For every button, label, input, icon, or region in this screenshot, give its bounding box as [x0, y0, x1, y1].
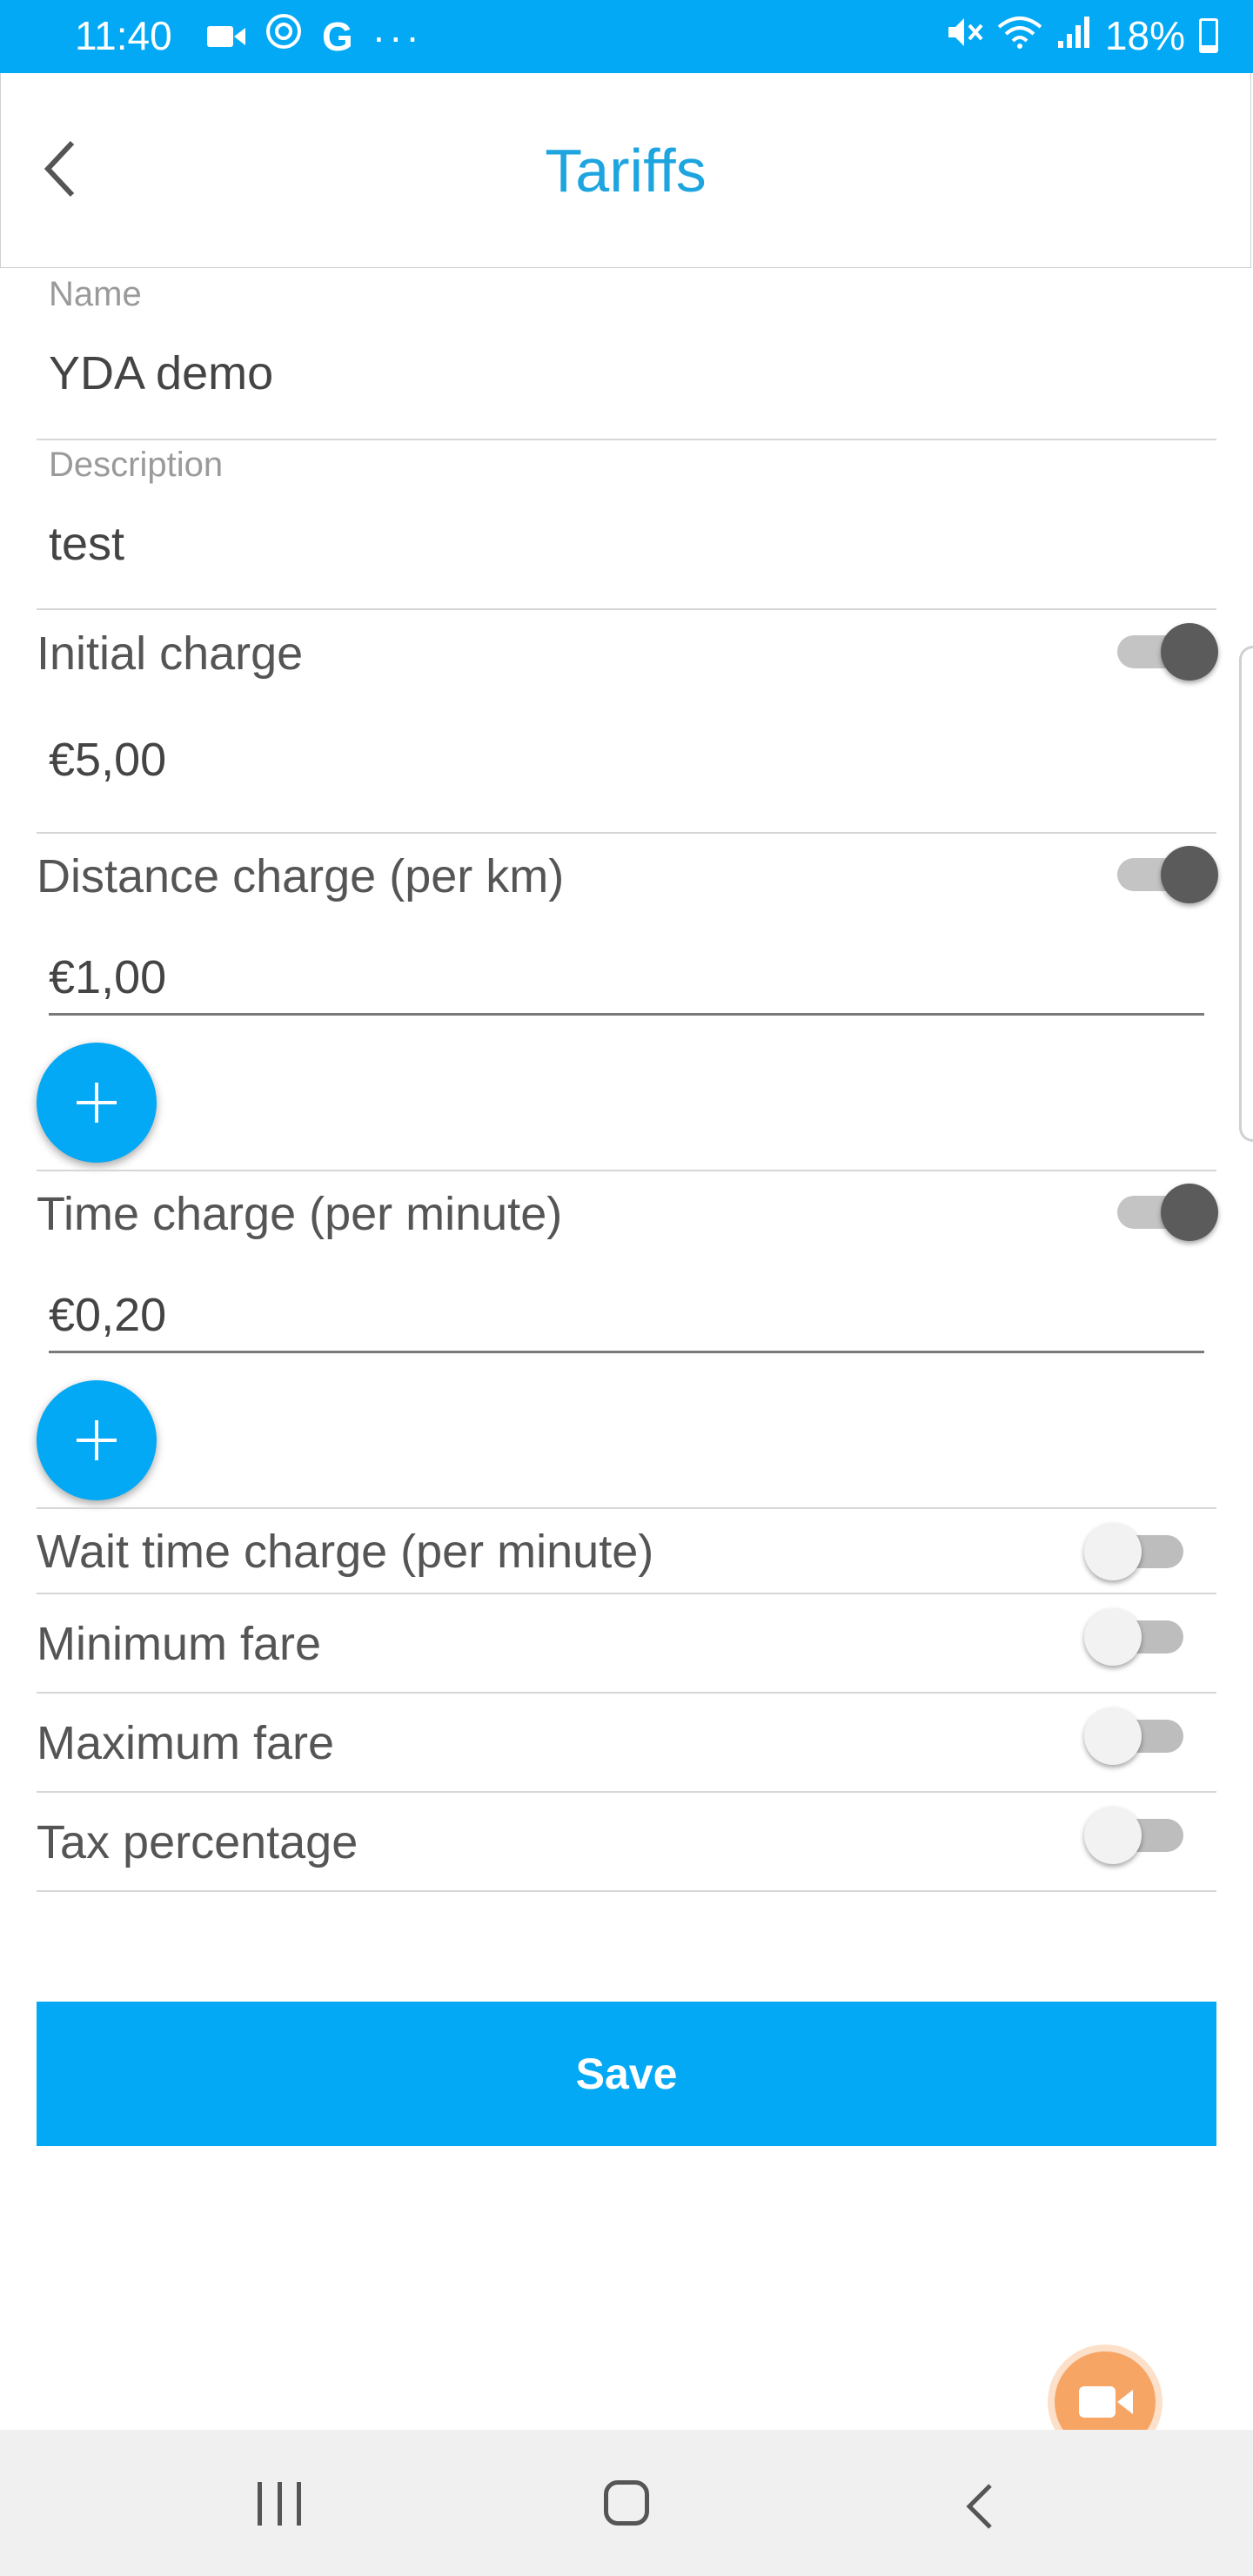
- add-distance-step-button[interactable]: [37, 1043, 157, 1163]
- system-nav-bar: [0, 2430, 1253, 2576]
- name-input[interactable]: YDA demo: [49, 346, 273, 400]
- toggle-knob: [1161, 1184, 1218, 1241]
- google-icon: G: [322, 13, 353, 59]
- divider: [37, 832, 1216, 834]
- more-icon: ···: [372, 13, 423, 59]
- divider: [37, 1507, 1216, 1509]
- tax-percentage-toggle[interactable]: [1084, 1807, 1192, 1864]
- battery-percent: 18%: [1104, 13, 1185, 58]
- wifi-icon: [997, 12, 1042, 59]
- description-input[interactable]: test: [49, 517, 124, 571]
- toggle-knob: [1084, 1807, 1142, 1864]
- maximum-fare-label: Maximum fare: [37, 1717, 335, 1769]
- save-button[interactable]: Save: [37, 2002, 1216, 2146]
- initial-charge-value[interactable]: €5,00: [49, 733, 166, 787]
- time-charge-label: Time charge (per minute): [37, 1188, 563, 1240]
- recents-icon: [297, 2482, 301, 2526]
- divider: [37, 1593, 1216, 1594]
- time-charge-input[interactable]: €0,20: [49, 1288, 166, 1342]
- page-title: Tariffs: [545, 137, 707, 205]
- camera-icon: [1079, 2386, 1116, 2418]
- video-icon: [207, 13, 245, 60]
- input-underline: [49, 1013, 1204, 1016]
- time-charge-toggle[interactable]: [1109, 1184, 1218, 1241]
- toggle-knob: [1084, 1608, 1142, 1666]
- distance-charge-input[interactable]: €1,00: [49, 950, 166, 1004]
- recents-icon: [258, 2482, 262, 2526]
- status-time: 11:40: [75, 13, 172, 58]
- mute-icon: [947, 12, 983, 59]
- distance-charge-toggle[interactable]: [1109, 846, 1218, 903]
- toggle-knob: [1084, 1707, 1142, 1765]
- initial-charge-label: Initial charge: [37, 627, 304, 680]
- status-icons-left: G ···: [207, 12, 423, 60]
- name-label: Name: [49, 275, 142, 313]
- maximum-fare-toggle[interactable]: [1084, 1707, 1192, 1765]
- divider: [37, 1692, 1216, 1694]
- minimum-fare-label: Minimum fare: [37, 1618, 322, 1670]
- divider: [37, 608, 1216, 610]
- toggle-knob: [1084, 1523, 1142, 1580]
- initial-charge-toggle[interactable]: [1109, 623, 1218, 681]
- add-time-step-button[interactable]: [37, 1380, 157, 1500]
- divider: [37, 1170, 1216, 1171]
- target-icon: [265, 12, 303, 60]
- edge-panel-handle[interactable]: [1239, 646, 1253, 1142]
- divider: [37, 1890, 1216, 1892]
- divider: [37, 439, 1216, 440]
- chevron-left-icon: [966, 2484, 992, 2529]
- status-bar: 11:40 G ··· 18%: [0, 0, 1253, 73]
- home-button[interactable]: [604, 2480, 649, 2526]
- camera-lens-icon: [1117, 2390, 1133, 2414]
- signal-icon: [1056, 12, 1091, 59]
- minimum-fare-toggle[interactable]: [1084, 1608, 1192, 1666]
- wait-time-charge-label: Wait time charge (per minute): [37, 1526, 654, 1578]
- recents-icon: [277, 2482, 282, 2526]
- distance-charge-label: Distance charge (per km): [37, 850, 565, 902]
- toggle-knob: [1161, 623, 1218, 681]
- divider: [37, 1791, 1216, 1793]
- input-underline: [49, 1351, 1204, 1353]
- battery-icon: [1199, 18, 1218, 53]
- nav-back-button[interactable]: [957, 2480, 1009, 2532]
- recents-button[interactable]: [258, 2482, 301, 2526]
- app-header: Tariffs: [0, 73, 1251, 268]
- description-label: Description: [49, 446, 224, 484]
- wait-time-charge-toggle[interactable]: [1084, 1523, 1192, 1580]
- status-icons-right: 18%: [947, 12, 1218, 59]
- tax-percentage-label: Tax percentage: [37, 1816, 358, 1868]
- toggle-knob: [1161, 846, 1218, 903]
